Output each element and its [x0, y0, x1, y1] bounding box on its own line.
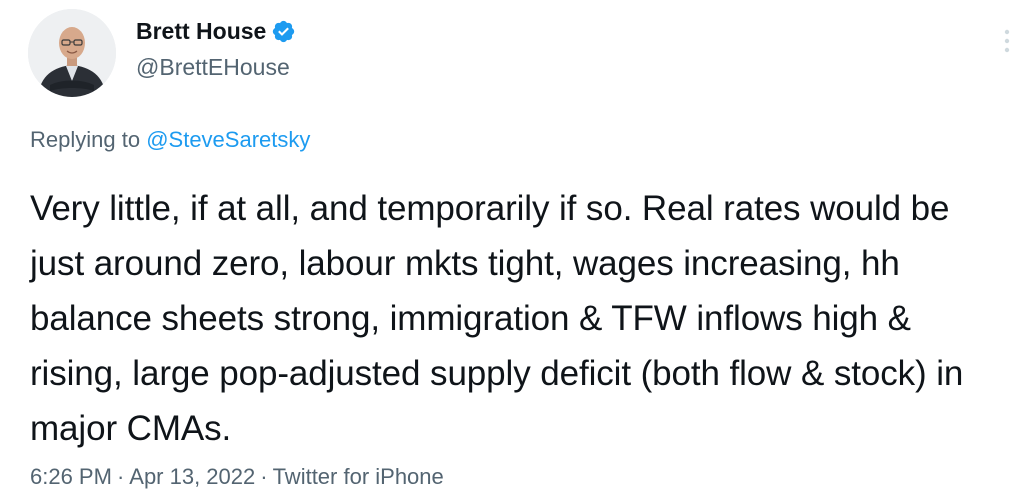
separator: ·: [260, 464, 268, 489]
tweet-text: Very little, if at all, and temporarily …: [30, 189, 964, 448]
avatar[interactable]: [28, 9, 116, 97]
avatar-photo: [28, 9, 116, 97]
tweet-date[interactable]: Apr 13, 2022: [129, 464, 255, 489]
tweet-metadata: 6:26 PM · Apr 13, 2022 · Twitter for iPhone: [30, 462, 444, 492]
reply-target-link[interactable]: @SteveSaretsky: [146, 127, 310, 152]
verified-badge-icon: [271, 19, 296, 44]
separator: ·: [116, 464, 125, 489]
replying-to-line: Replying to @SteveSaretsky: [30, 126, 310, 154]
replying-to-label: Replying to: [30, 127, 141, 152]
more-options-icon[interactable]: [1003, 28, 1011, 59]
author-name-row[interactable]: Brett House: [136, 16, 296, 46]
tweet-time[interactable]: 6:26 PM: [30, 464, 112, 489]
author-handle[interactable]: @BrettEHouse: [136, 53, 290, 81]
author-display-name[interactable]: Brett House: [136, 16, 266, 46]
tweet-source[interactable]: Twitter for iPhone: [273, 464, 444, 489]
